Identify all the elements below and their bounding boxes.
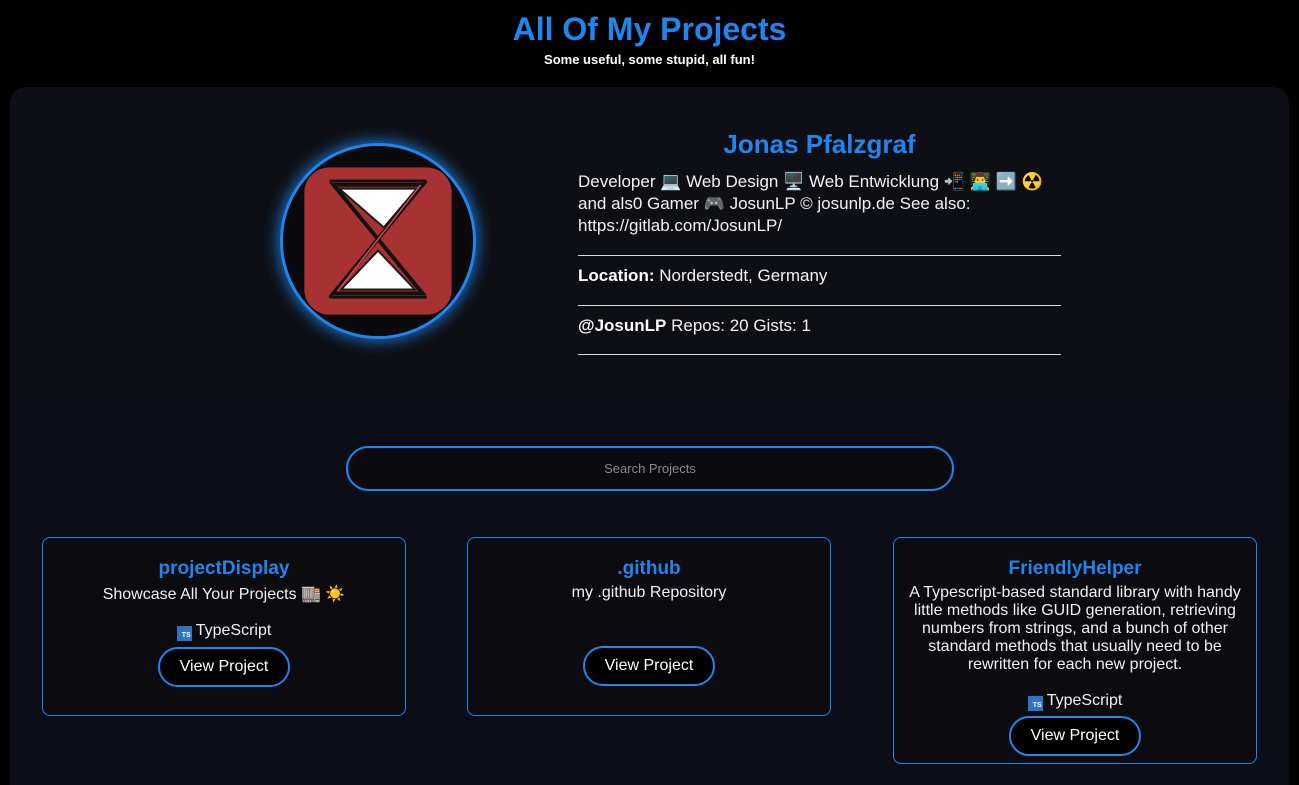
project-language: TS TypeScript xyxy=(43,621,405,641)
profile-name: Jonas Pfalzgraf xyxy=(723,129,916,159)
location-row: Location: Norderstedt, Germany xyxy=(578,255,1061,305)
profile-card: Jonas Pfalzgraf Developer 💻 Web Design 🖥… xyxy=(10,87,1289,400)
page-header: All Of My Projects Some useful, some stu… xyxy=(0,0,1299,87)
profile-stats: Repos: 20 Gists: 1 xyxy=(671,316,811,335)
project-title: projectDisplay xyxy=(158,558,290,579)
profile-bio: Developer 💻 Web Design 🖥️ Web Entwicklun… xyxy=(578,172,1043,235)
stats-row: @JosunLP Repos: 20 Gists: 1 xyxy=(578,305,1061,355)
project-description: A Typescript-based standard library with… xyxy=(909,584,1241,673)
project-card: FriendlyHelper A Typescript-based standa… xyxy=(893,537,1257,764)
view-project-button[interactable]: View Project xyxy=(1009,716,1141,756)
search-input[interactable] xyxy=(346,446,954,491)
project-description: my .github Repository xyxy=(571,584,727,601)
project-description: Showcase All Your Projects 🏬 ☀️ xyxy=(102,586,346,603)
projects-area: projectDisplay Showcase All Your Project… xyxy=(10,400,1289,785)
profile-info: Jonas Pfalzgraf Developer 💻 Web Design 🖥… xyxy=(578,127,1061,355)
avatar xyxy=(280,143,476,339)
page-subtitle: Some useful, some stupid, all fun! xyxy=(544,52,755,67)
location-label: Location: xyxy=(578,266,655,285)
project-card: .github my .github Repository View Proje… xyxy=(467,537,831,716)
project-title: FriendlyHelper xyxy=(1008,558,1142,579)
location-value: Norderstedt, Germany xyxy=(659,266,828,285)
project-card: projectDisplay Showcase All Your Project… xyxy=(42,537,406,716)
view-project-button[interactable]: View Project xyxy=(583,646,715,686)
typescript-icon: TS xyxy=(176,626,192,641)
view-project-button[interactable]: View Project xyxy=(158,647,290,687)
profile-handle[interactable]: @JosunLP xyxy=(578,316,666,335)
project-language-label: TypeScript xyxy=(195,622,272,639)
project-language: TS TypeScript xyxy=(894,691,1256,711)
hourglass-logo-icon xyxy=(283,146,473,336)
typescript-icon: TS xyxy=(1027,696,1043,711)
project-title: .github xyxy=(617,558,681,579)
project-language-label: TypeScript xyxy=(1046,692,1123,709)
page-title: All Of My Projects xyxy=(512,11,787,47)
